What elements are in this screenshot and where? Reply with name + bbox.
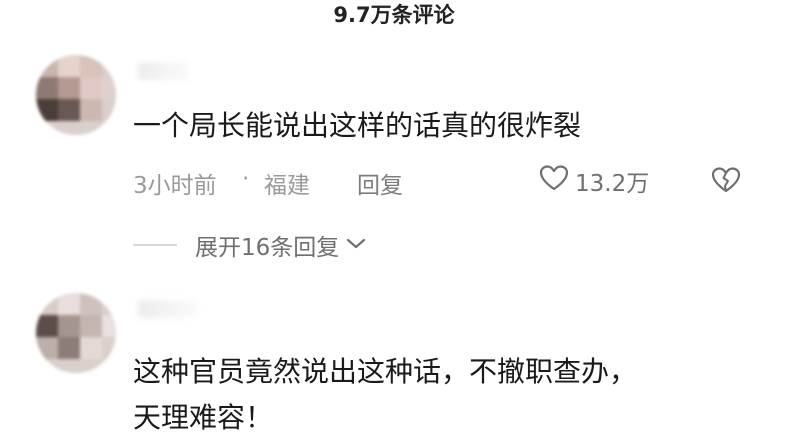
like-button[interactable]: 13.2万 (539, 164, 649, 198)
comment-text: 一个局长能说出这样的话真的很炸裂 (133, 109, 582, 142)
username-blurred[interactable] (138, 300, 198, 318)
divider-line (133, 244, 177, 246)
avatar[interactable] (36, 55, 116, 135)
meta-separator: · (242, 166, 250, 192)
like-count: 13.2万 (575, 171, 650, 197)
comment-count-title: 9.7万条评论 (333, 3, 455, 27)
broken-heart-icon[interactable] (711, 166, 741, 198)
comment-text: 这种官员竟然说出这种话，不撤职查办， 天理难容！ (133, 355, 638, 434)
comment-time: 3小时前 (133, 173, 217, 199)
comment-location: 福建 (264, 173, 310, 199)
heart-outline-icon (539, 164, 569, 198)
username-blurred[interactable] (138, 62, 190, 80)
expand-replies-label: 展开16条回复 (195, 235, 340, 261)
reply-button[interactable]: 回复 (357, 166, 403, 200)
chevron-down-icon (345, 232, 367, 258)
expand-replies-button[interactable]: 展开16条回复 (133, 228, 367, 262)
avatar[interactable] (36, 293, 116, 373)
